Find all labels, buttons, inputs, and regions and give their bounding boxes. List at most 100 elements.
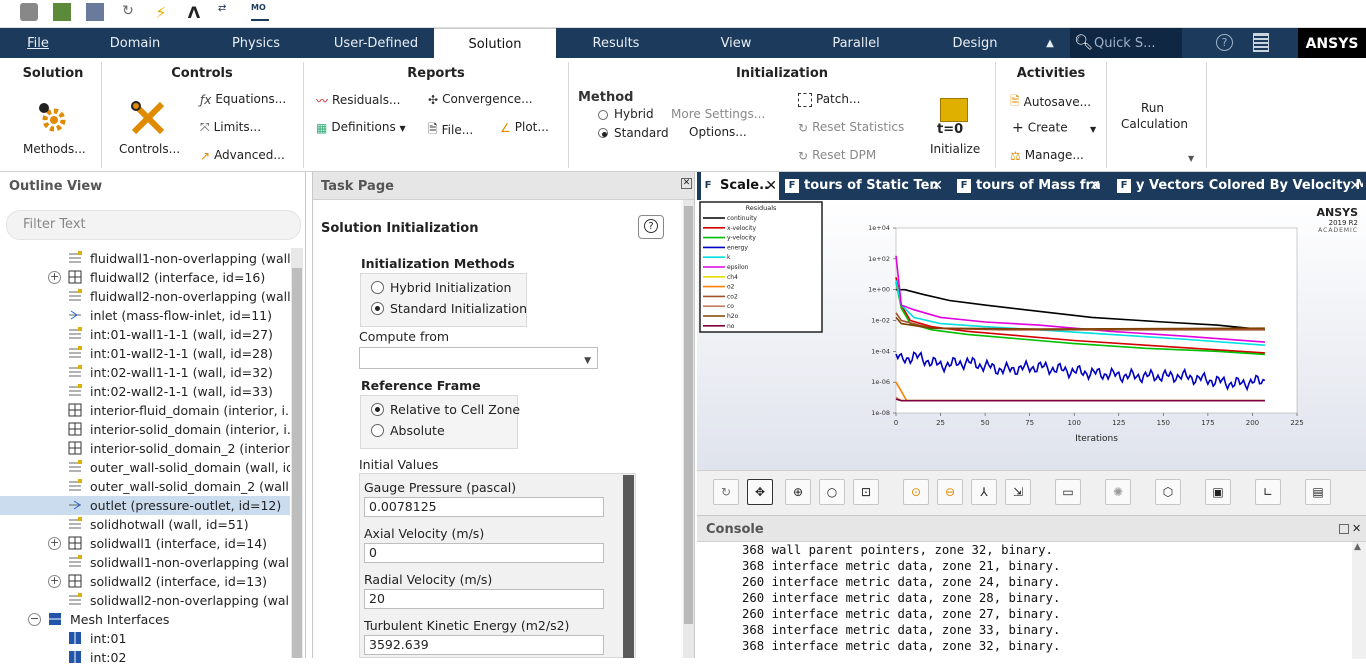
zoom-out-icon[interactable]: ⊖ <box>937 479 963 505</box>
menu-physics[interactable]: Physics <box>194 28 318 58</box>
menu-user-defined[interactable]: User-Defined <box>318 28 434 58</box>
initial-value-input[interactable]: 3592.639 <box>364 635 604 655</box>
initial-value-input[interactable]: 20 <box>364 589 604 609</box>
notes-icon[interactable]: ▤ <box>1305 479 1331 505</box>
chart-icon[interactable]: ∟ <box>1255 479 1281 505</box>
tree-item[interactable]: fluidwall1-non-overlapping (wall... <box>0 249 290 268</box>
initial-value-input[interactable]: 0.0078125 <box>364 497 604 517</box>
tree-item[interactable]: int:02-wall1-1-1 (wall, id=32) <box>0 363 290 382</box>
tree-item[interactable]: + fluidwall2 (interface, id=16) <box>0 268 290 287</box>
tree-item[interactable]: int:02-wall2-1-1 (wall, id=33) <box>0 382 290 401</box>
run-calculation-button[interactable]: Calculation <box>1121 117 1188 131</box>
menu-domain[interactable]: Domain <box>76 28 194 58</box>
rotate-icon[interactable]: ↻ <box>713 479 739 505</box>
load-case-icon[interactable] <box>53 3 71 21</box>
tab-mass-fraction[interactable]: Ftours of Mass fra ✕ <box>957 172 1103 200</box>
residuals-button[interactable]: 〰 Residuals... <box>316 92 400 109</box>
initial-value-input[interactable]: 0 <box>364 543 604 563</box>
patch-button[interactable]: Patch... <box>798 92 860 107</box>
cube-icon[interactable] <box>20 3 38 21</box>
fit-icon[interactable]: ⊙ <box>903 479 929 505</box>
tree-item[interactable]: outer_wall-solid_domain_2 (wall,... <box>0 477 290 496</box>
create-chevron-down-icon[interactable]: ▼ <box>1090 125 1096 134</box>
close-icon[interactable]: ✕ <box>931 172 943 200</box>
create-button[interactable]: + Create <box>1012 120 1068 136</box>
tab-scaled-residuals[interactable]: F Scale.. ✕ <box>701 172 779 200</box>
reset-statistics-button[interactable]: ↻ Reset Statistics <box>798 120 904 135</box>
menu-design[interactable]: Design <box>916 28 1034 58</box>
close-icon[interactable]: ✕ <box>1089 172 1101 200</box>
tree-item[interactable]: solidwall1-non-overlapping (wal... <box>0 553 290 572</box>
expand-icon[interactable]: + <box>48 271 61 284</box>
tab-static-temperature[interactable]: Ftours of Static Ten ✕ <box>785 172 945 200</box>
mode-icon[interactable]: MO <box>251 3 269 21</box>
reset-dpm-button[interactable]: ↻ Reset DPM <box>798 148 876 163</box>
zoom-icon[interactable]: ○ <box>819 479 845 505</box>
manage-button[interactable]: ⚖ Manage... <box>1010 148 1084 163</box>
standard-init-radio[interactable] <box>371 302 384 315</box>
tree-item[interactable]: solidwall2-non-overlapping (wal... <box>0 591 290 610</box>
initialize-button[interactable]: Initialize <box>930 142 980 156</box>
tab-velocity-vectors[interactable]: Fy Vectors Colored By Velocity M ✕ <box>1117 172 1363 200</box>
close-icon[interactable]: ✕ <box>765 172 777 200</box>
console-scrollbar[interactable]: ▲ <box>1352 542 1366 659</box>
tree-item[interactable]: interior-fluid_domain (interior, i... <box>0 401 290 420</box>
expand-icon[interactable]: + <box>48 537 61 550</box>
tree-item[interactable]: interior-solid_domain_2 (interior... <box>0 439 290 458</box>
options-button[interactable]: Options... <box>689 125 747 139</box>
close-icon[interactable]: ✕ <box>1352 522 1361 535</box>
lightning-icon[interactable]: ⚡ <box>152 3 170 22</box>
tree-item[interactable]: outer_wall-solid_domain (wall, id... <box>0 458 290 477</box>
convergence-button[interactable]: ✣ Convergence... <box>428 92 533 107</box>
tree-item-mesh-interfaces[interactable]: − Mesh Interfaces <box>0 610 290 629</box>
collapse-icon[interactable]: − <box>28 613 41 626</box>
lights-icon[interactable]: ✺ <box>1105 479 1131 505</box>
equations-button[interactable]: ƒx Equations... <box>200 92 286 107</box>
zoom-in-out-icon[interactable]: ⊕ <box>785 479 811 505</box>
expand-icon[interactable]: + <box>48 575 61 588</box>
parameters-icon[interactable]: ⇄ <box>218 3 236 21</box>
axes-icon[interactable]: ⅄ <box>971 479 997 505</box>
tree-item[interactable]: inlet (mass-flow-inlet, id=11) <box>0 306 290 325</box>
quick-search[interactable]: 🔍︎ Quick S... <box>1070 28 1182 58</box>
filter-input[interactable]: Filter Text <box>6 210 301 240</box>
ansys-a-icon[interactable]: Λ <box>185 3 203 22</box>
export-icon[interactable]: ⇲ <box>1005 479 1031 505</box>
advanced-button[interactable]: ↗ Advanced... <box>200 148 285 163</box>
limits-button[interactable]: ⤧ Limits... <box>200 120 261 135</box>
menu-file[interactable]: File <box>0 28 76 58</box>
controls-button[interactable]: Controls... <box>119 142 180 156</box>
definitions-button[interactable]: ▦ Definitions ▼ <box>316 120 406 135</box>
tree-item[interactable]: solidhotwall (wall, id=51) <box>0 515 290 534</box>
tree-item[interactable]: + solidwall2 (interface, id=13) <box>0 572 290 591</box>
menu-results[interactable]: Results <box>556 28 676 58</box>
help-button[interactable]: ? <box>638 215 664 239</box>
ribbon-standard-radio[interactable] <box>598 128 608 138</box>
menu-view[interactable]: View <box>676 28 796 58</box>
compute-from-select[interactable]: ▼ <box>359 347 598 369</box>
outline-scrollbar-thumb[interactable] <box>292 268 302 658</box>
tree-item[interactable]: + solidwall1 (interface, id=14) <box>0 534 290 553</box>
methods-button[interactable]: Methods... <box>23 142 86 156</box>
quick-search-input[interactable]: Quick S... <box>1094 36 1156 51</box>
views-icon[interactable]: ▣ <box>1205 479 1231 505</box>
help-icon[interactable]: ? <box>1216 34 1233 51</box>
refresh-icon[interactable]: ↻ <box>119 3 137 21</box>
tree-item[interactable]: fluidwall2-non-overlapping (wall... <box>0 287 290 306</box>
autosave-button[interactable]: 🗎︎ Autosave... <box>1010 92 1091 113</box>
collapse-ribbon-icon[interactable]: ▲ <box>1040 28 1060 58</box>
tree-item[interactable]: interior-solid_domain (interior, i... <box>0 420 290 439</box>
menu-parallel[interactable]: Parallel <box>796 28 916 58</box>
notes-icon[interactable] <box>1253 33 1269 52</box>
report-file-button[interactable]: 🗎︎ File... <box>428 120 473 141</box>
run-label-1[interactable]: Run <box>1141 101 1164 115</box>
tree-item[interactable]: int:01-wall2-1-1 (wall, id=28) <box>0 344 290 363</box>
tree-item[interactable]: outlet (pressure-outlet, id=12) <box>0 496 290 515</box>
save-icon[interactable] <box>86 3 104 21</box>
relative-cell-zone-radio[interactable] <box>371 403 384 416</box>
absolute-radio[interactable] <box>371 424 384 437</box>
scroll-up-icon[interactable]: ▲ <box>1354 542 1361 552</box>
run-chevron-down-icon[interactable]: ▼ <box>1188 154 1194 163</box>
initial-values-scrollbar[interactable] <box>623 475 634 658</box>
transparency-icon[interactable]: ▭ <box>1055 479 1081 505</box>
